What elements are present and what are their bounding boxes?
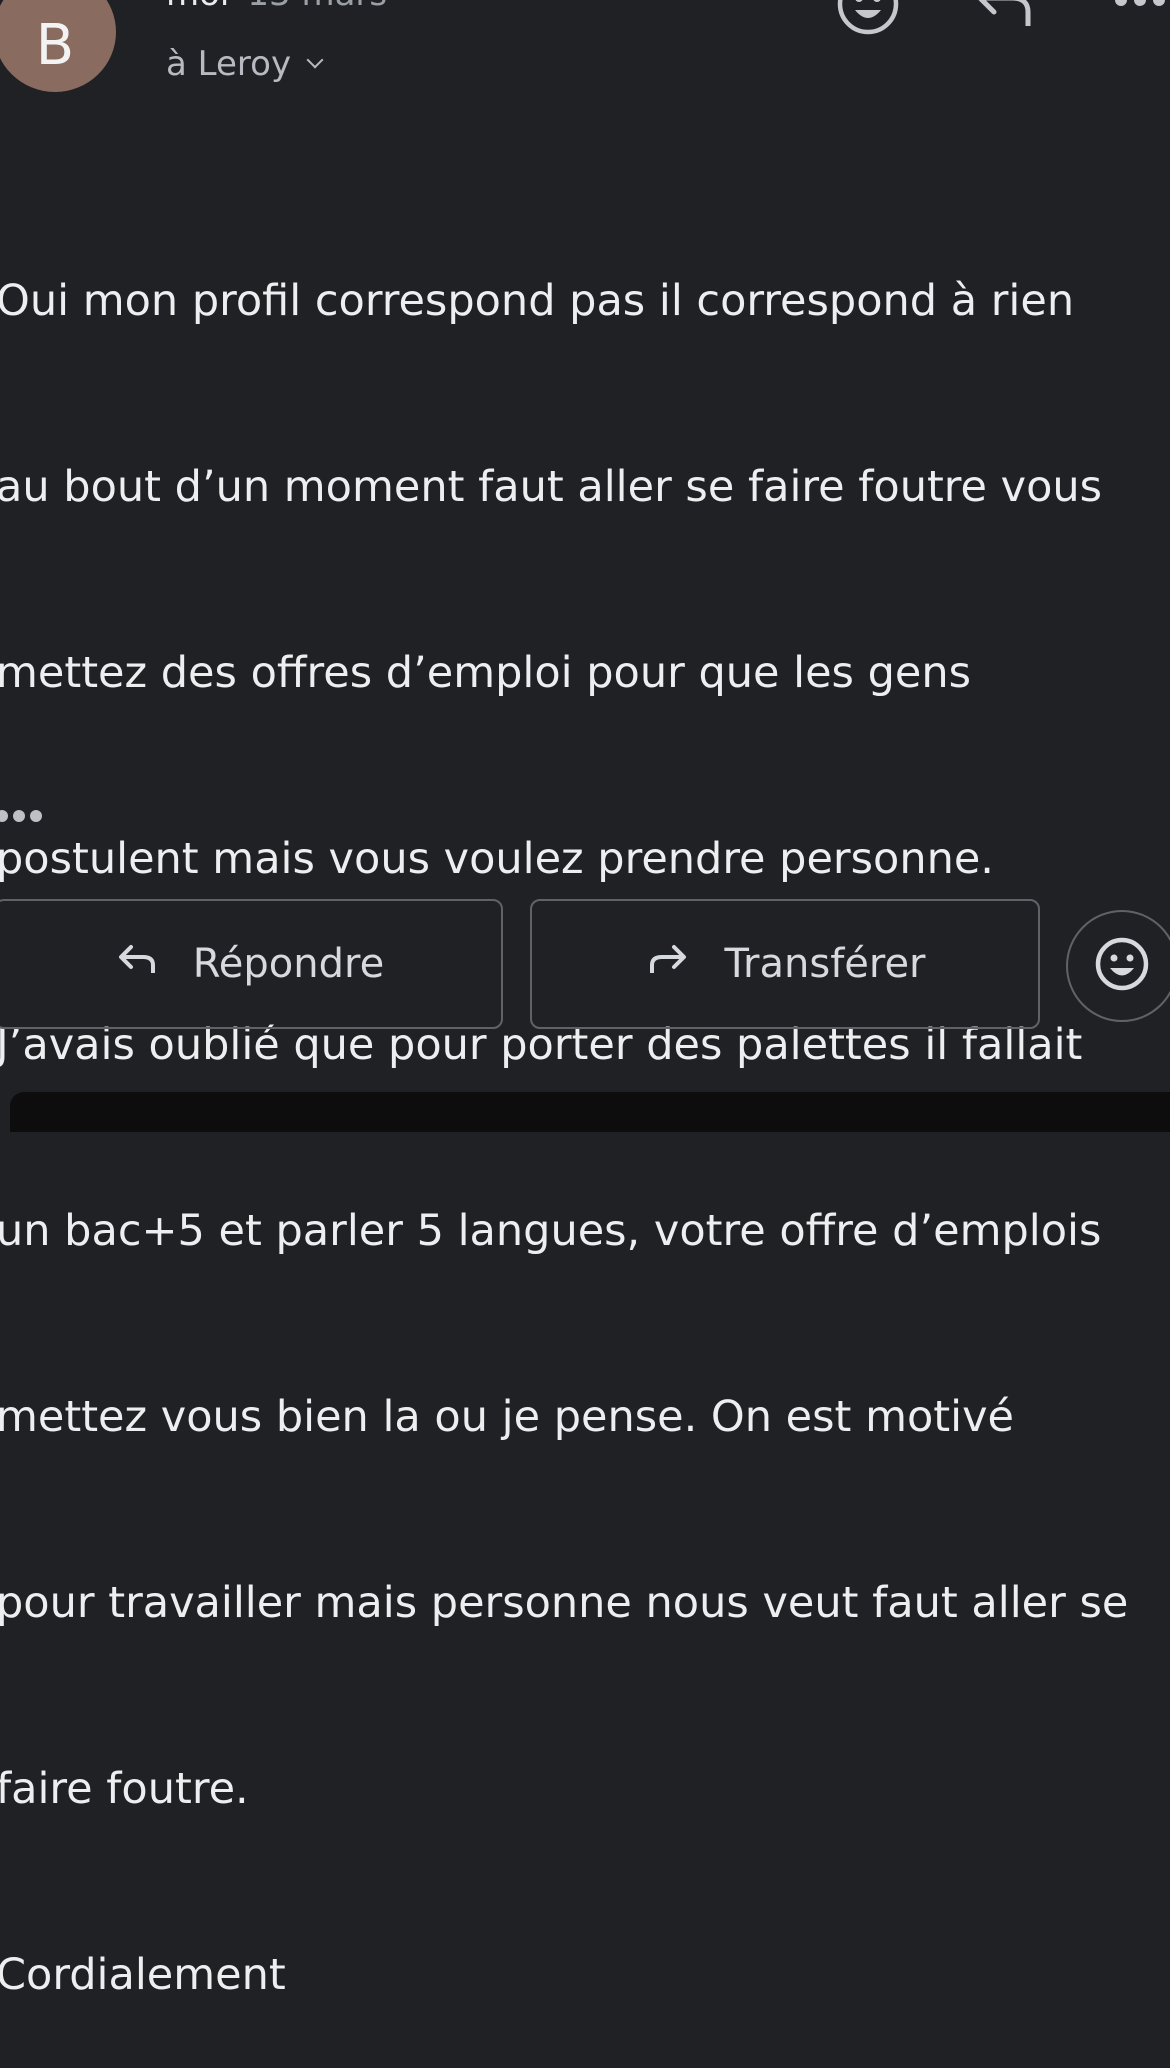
reply-label: Répondre (192, 941, 385, 987)
recipient-toggle[interactable]: à Leroy (166, 44, 324, 84)
ellipsis-dot (13, 810, 25, 822)
ellipsis-dot (30, 810, 42, 822)
reply-icon[interactable] (970, 0, 1036, 36)
message-line: Oui mon profil correspond pas il corresp… (0, 276, 1075, 326)
reply-arrow-icon (113, 939, 161, 989)
message-line: au bout d’un moment faut aller se faire … (0, 462, 1103, 512)
message-line: un bac+5 et parler 5 langues, votre offr… (0, 1206, 1102, 1256)
signature-line: Cordialement (0, 1950, 286, 2000)
ellipsis-dot (0, 810, 8, 822)
recipient-label: à Leroy (166, 44, 292, 84)
avatar-letter: B (35, 12, 75, 78)
message-line: faire foutre. (0, 1764, 249, 1814)
message-line: postulent mais vous voulez prendre perso… (0, 834, 994, 884)
message-date: 13 mars (247, 0, 387, 14)
sender-name: moi (166, 0, 229, 14)
avatar[interactable]: B (0, 0, 116, 92)
forward-label: Transférer (724, 941, 926, 987)
forward-arrow-icon (644, 939, 692, 989)
message-line: pour travailler mais personne nous veut … (0, 1578, 1129, 1628)
message-line: mettez vous bien la ou je pense. On est … (0, 1392, 1014, 1442)
reply-button[interactable]: Répondre (0, 899, 503, 1029)
sender-line: moi 13 mars (166, 0, 387, 14)
chevron-down-icon (306, 51, 324, 69)
emoji-react-button[interactable] (1066, 910, 1170, 1022)
message-line: mettez des offres d’emploi pour que les … (0, 648, 971, 698)
forward-button[interactable]: Transférer (530, 899, 1040, 1029)
show-trimmed-content-button[interactable] (0, 810, 42, 822)
more-icon[interactable] (1110, 0, 1170, 22)
emoji-reaction-icon[interactable] (834, 0, 902, 42)
emoji-icon (1093, 935, 1151, 997)
bottom-sheet-edge (10, 1092, 1170, 1132)
